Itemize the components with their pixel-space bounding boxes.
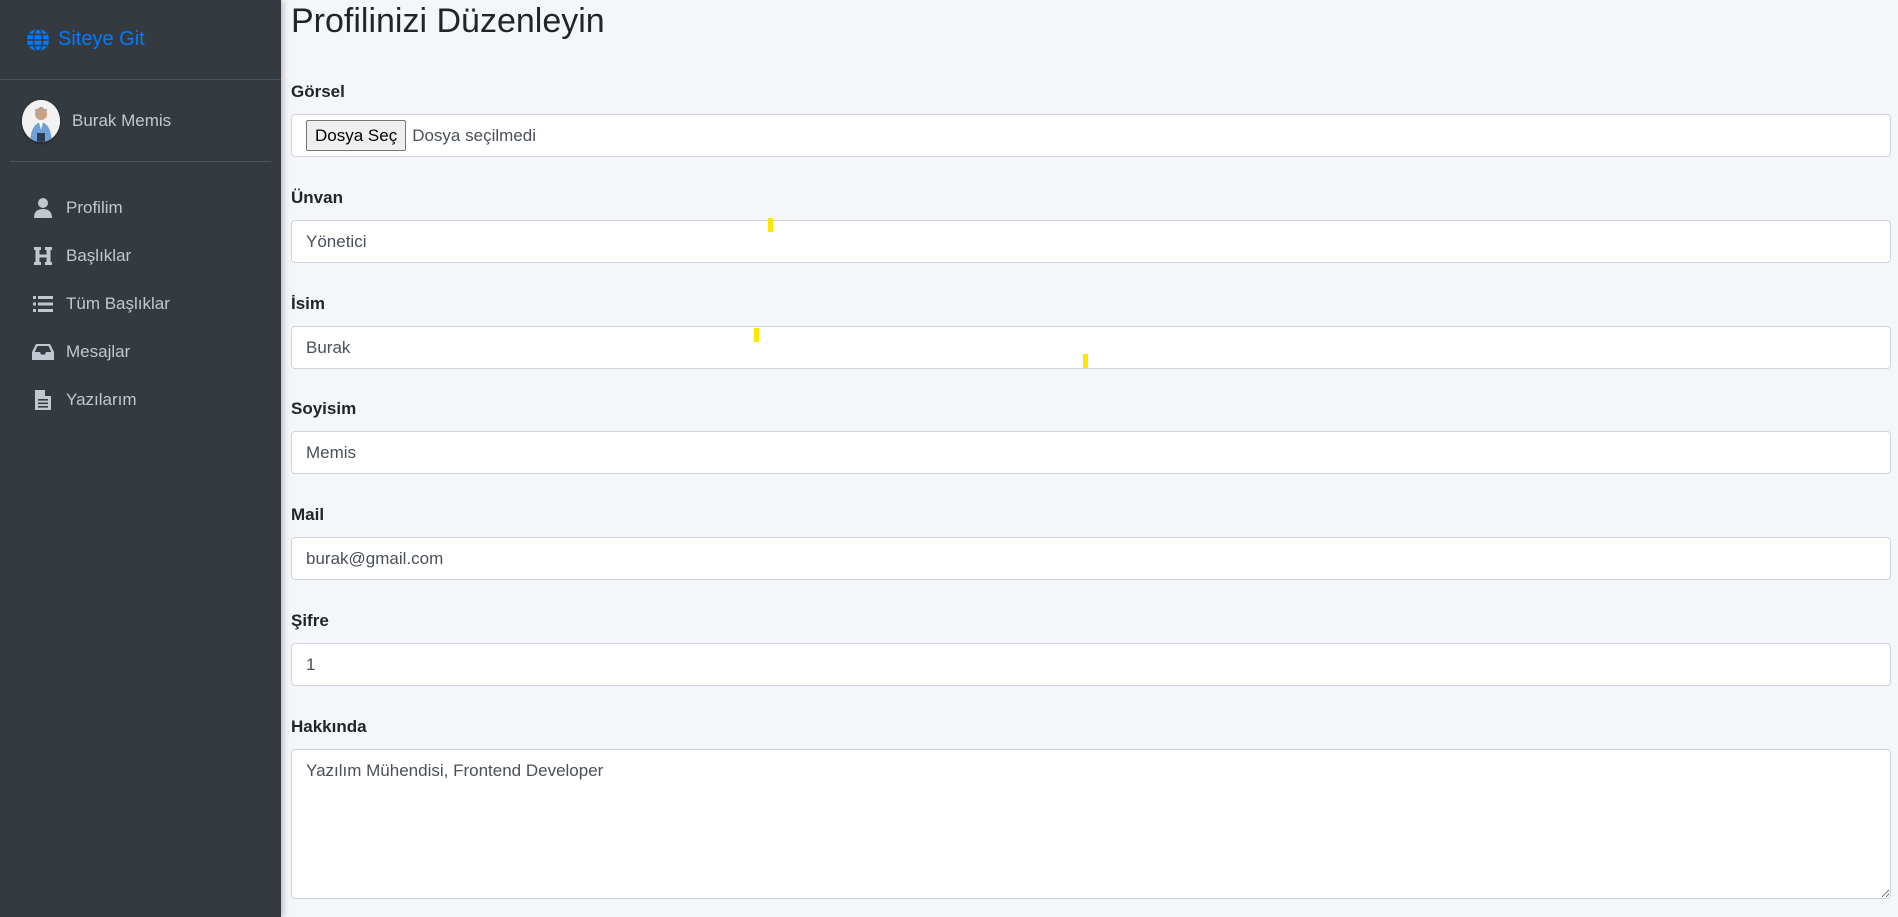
- sidebar-item-label: Yazılarım: [66, 390, 137, 409]
- file-status: Dosya seçilmedi: [412, 125, 536, 145]
- sidebar-item-profilim[interactable]: Profilim: [10, 184, 271, 232]
- image-label: Görsel: [291, 82, 345, 101]
- sidebar-item-label: Başlıklar: [66, 246, 132, 265]
- brand-label: Siteye Git: [58, 28, 145, 50]
- last-name-input[interactable]: Memis: [291, 431, 1891, 474]
- about-label: Hakkında: [291, 717, 367, 736]
- main-content: Profilinizi Düzenleyin Görsel Dosya Seç …: [281, 0, 1898, 917]
- sidebar-item-label: Tüm Başlıklar: [66, 294, 170, 313]
- sidebar-item-basliklar[interactable]: Başlıklar: [10, 232, 271, 280]
- choose-file-button[interactable]: Dosya Seç: [306, 120, 407, 151]
- sidebar-item-mesajlar[interactable]: Mesajlar: [10, 328, 271, 376]
- inbox-icon: [32, 342, 54, 362]
- page-title: Profilinizi Düzenleyin: [291, 2, 605, 40]
- user-panel[interactable]: Burak Memis: [10, 80, 271, 162]
- sidebar-nav: Profilim Başlıklar Tüm Başlıklar Mesajla…: [0, 184, 281, 424]
- sidebar-item-label: Profilim: [66, 198, 123, 217]
- globe-icon: [27, 27, 49, 52]
- file-icon: [32, 390, 54, 410]
- mail-label: Mail: [291, 505, 325, 524]
- user-icon: [32, 198, 54, 218]
- list-icon: [32, 294, 54, 314]
- last-name-field-group: Soyisim Memis: [291, 399, 1891, 474]
- password-input[interactable]: 1: [291, 643, 1891, 686]
- password-label: Şifre: [291, 611, 329, 630]
- sidebar-item-yazilarim[interactable]: Yazılarım: [10, 376, 271, 424]
- mail-field-group: Mail burak@gmail.com: [291, 505, 1891, 580]
- about-textarea[interactable]: Yazılım Mühendisi, Frontend Developer: [291, 749, 1891, 899]
- heading-icon: [32, 246, 54, 266]
- sidebar: Siteye Git Burak Memis Profilim Başlıkla…: [0, 0, 281, 917]
- avatar: [22, 99, 60, 142]
- first-name-input[interactable]: Burak: [291, 326, 1891, 369]
- mail-input[interactable]: burak@gmail.com: [291, 537, 1891, 580]
- image-field-group: Görsel Dosya Seç Dosya seçilmedi: [291, 82, 1891, 157]
- first-name-field-group: İsim Burak: [291, 294, 1891, 369]
- first-name-label: İsim: [291, 294, 326, 313]
- password-field-group: Şifre 1: [291, 611, 1891, 686]
- last-name-label: Soyisim: [291, 399, 357, 418]
- about-field-group: Hakkında Yazılım Mühendisi, Frontend Dev…: [291, 717, 1891, 899]
- sidebar-item-label: Mesajlar: [66, 342, 131, 361]
- title-label: Ünvan: [291, 188, 343, 207]
- image-file-input[interactable]: Dosya Seç Dosya seçilmedi: [291, 114, 1891, 157]
- title-input[interactable]: Yönetici: [291, 220, 1891, 263]
- highlight-marker: [754, 328, 759, 342]
- brand-link[interactable]: Siteye Git: [0, 0, 281, 80]
- highlight-marker: [768, 218, 773, 232]
- highlight-marker: [1083, 354, 1088, 368]
- avatar-image: [22, 99, 60, 142]
- user-name: Burak Memis: [72, 110, 172, 130]
- sidebar-item-tum-basliklar[interactable]: Tüm Başlıklar: [10, 280, 271, 328]
- title-field-group: Ünvan Yönetici: [291, 188, 1891, 263]
